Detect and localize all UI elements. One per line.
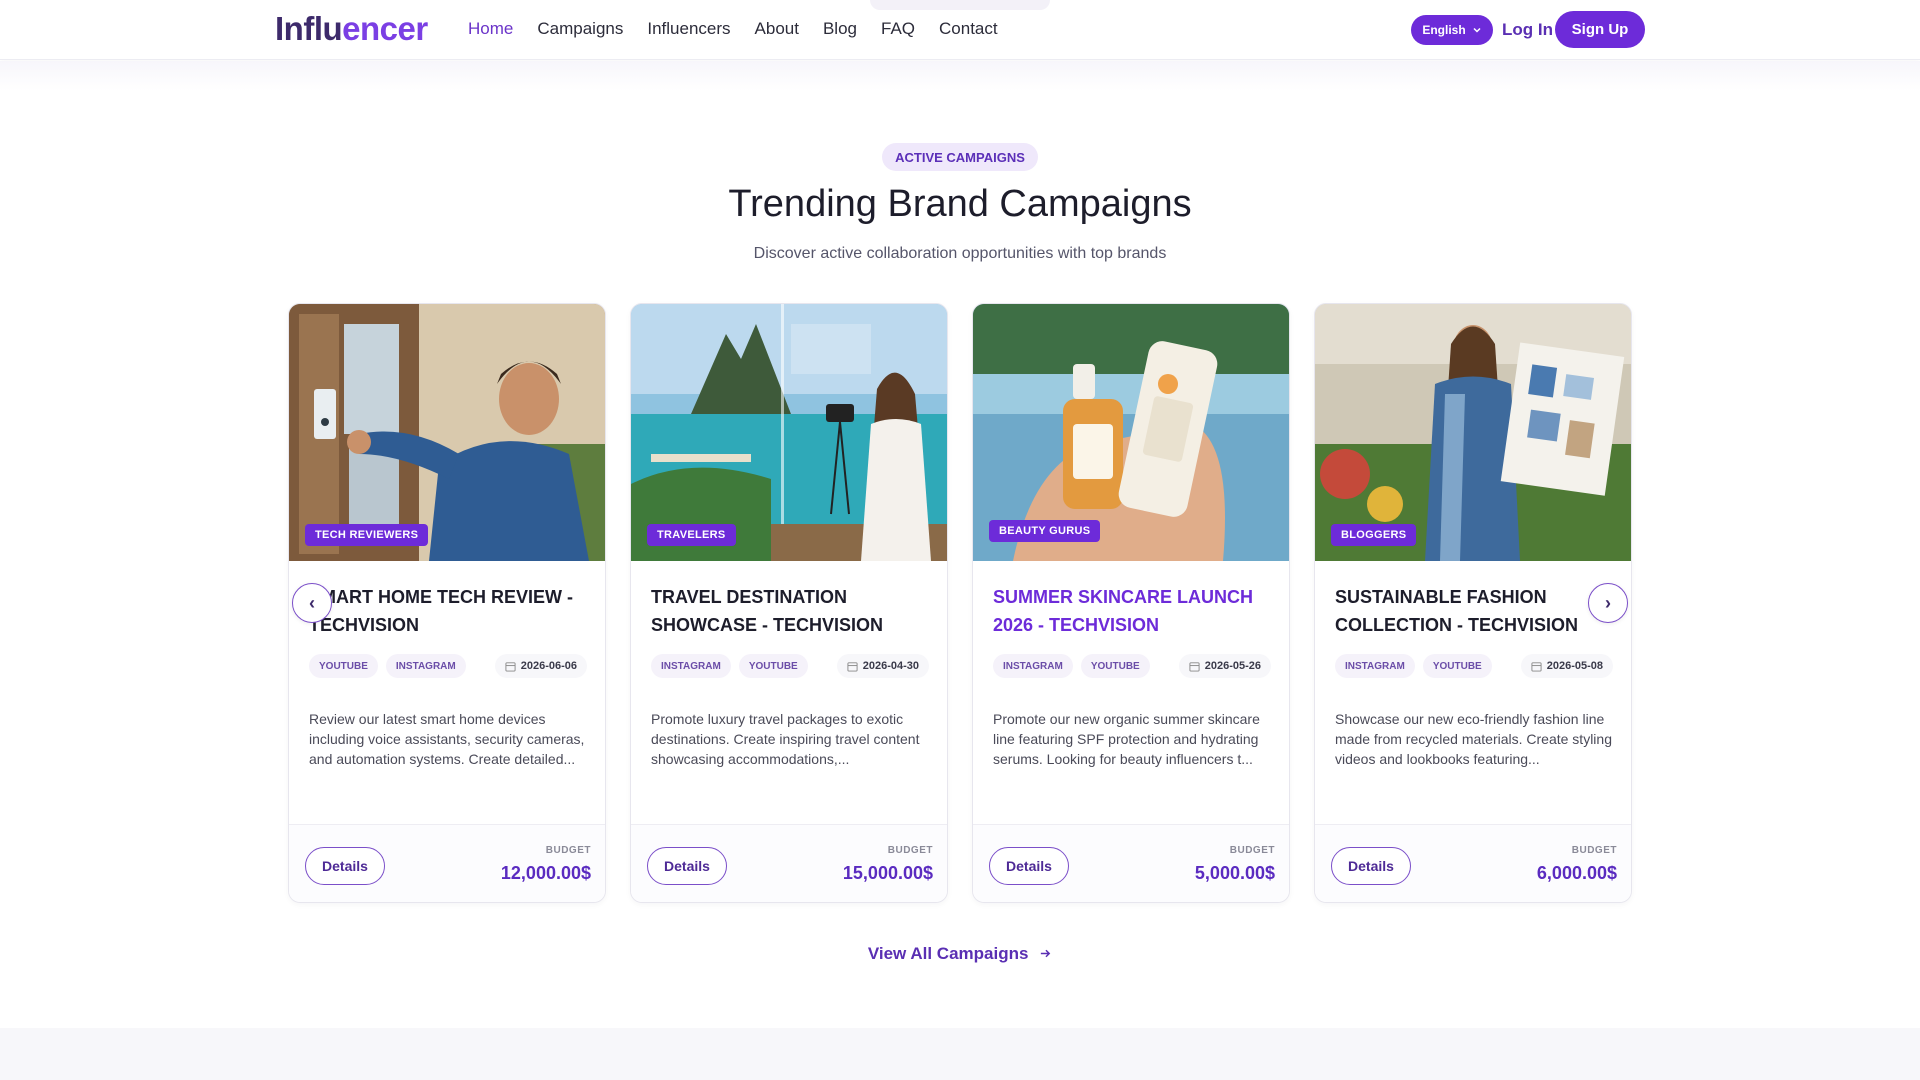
budget-value: 6,000.00$: [1536, 863, 1617, 883]
campaign-description: Promote our new organic summer skincare …: [993, 711, 1260, 767]
card-footer: Details BUDGET 15,000.00$: [631, 824, 947, 902]
nav-influencers[interactable]: Influencers: [647, 19, 730, 39]
campaign-description: Promote luxury travel packages to exotic…: [651, 711, 920, 767]
platform-tag: INSTAGRAM: [385, 654, 466, 678]
category-badge: BEAUTY GURUS: [989, 520, 1101, 542]
category-badge: TRAVELERS: [647, 524, 736, 546]
budget-value: 15,000.00$: [842, 863, 933, 883]
platform-tag: YOUTUBE: [1080, 654, 1150, 678]
platform-tags: INSTAGRAM YOUTUBE: [993, 654, 1150, 678]
budget-value: 5,000.00$: [1194, 863, 1275, 883]
platform-tags: YOUTUBE INSTAGRAM: [309, 654, 466, 678]
view-all-campaigns-link[interactable]: View All Campaigns: [0, 944, 1920, 964]
logo-text-primary: Influ: [275, 10, 343, 47]
card-footer: Details BUDGET 5,000.00$: [973, 824, 1289, 902]
budget-label: BUDGET: [887, 845, 933, 856]
budget-value: 12,000.00$: [500, 863, 591, 883]
platform-tag: INSTAGRAM: [993, 654, 1073, 678]
platform-tag: YOUTUBE: [1422, 654, 1492, 678]
platform-tags: INSTAGRAM YOUTUBE: [1335, 654, 1492, 678]
carousel-next-button[interactable]: ›: [1588, 583, 1628, 623]
details-button[interactable]: Details: [989, 847, 1069, 885]
section-badge: ACTIVE CAMPAIGNS: [882, 143, 1038, 171]
details-button[interactable]: Details: [1331, 847, 1411, 885]
section-title: Trending Brand Campaigns: [728, 183, 1192, 225]
campaign-image: [1315, 304, 1631, 561]
logo[interactable]: Influencer: [275, 10, 428, 48]
calendar-icon: [505, 661, 516, 672]
nav-campaigns[interactable]: Campaigns: [537, 19, 623, 39]
main-nav: Home Campaigns Influencers About Blog FA…: [468, 19, 998, 39]
section-top-fade: [0, 61, 1920, 91]
nav-about[interactable]: About: [755, 19, 799, 39]
view-all-label: View All Campaigns: [867, 944, 1029, 963]
campaign-date: 2026-06-06: [494, 654, 587, 678]
campaign-card[interactable]: TRAVELERS Travel Destination Showcase - …: [630, 303, 948, 903]
calendar-icon: [1531, 661, 1542, 672]
date-text: 2026-05-26: [1204, 660, 1261, 672]
campaign-date: 2026-05-26: [1178, 654, 1271, 678]
section-subtitle: Discover active collaboration opportunit…: [753, 245, 1167, 262]
category-badge: BLOGGERS: [1331, 524, 1417, 546]
campaign-title[interactable]: Travel Destination Showcase - TechVision: [651, 583, 936, 639]
site-header: Influencer Home Campaigns Influencers Ab…: [0, 0, 1920, 60]
campaign-title[interactable]: Smart Home Tech Review - TechVision: [309, 583, 594, 639]
nav-blog[interactable]: Blog: [823, 19, 857, 39]
platform-tag: INSTAGRAM: [651, 654, 731, 678]
arrow-right-icon: [1041, 949, 1051, 958]
logo-text-accent: encer: [342, 10, 428, 47]
campaign-image-travel: [631, 304, 947, 561]
nav-contact[interactable]: Contact: [939, 19, 998, 39]
campaign-title[interactable]: Summer Skincare Launch 2026 - TechVision: [993, 583, 1278, 639]
date-text: 2026-04-30: [862, 660, 919, 672]
campaign-card[interactable]: TECH REVIEWERS Smart Home Tech Review - …: [288, 303, 606, 903]
details-button[interactable]: Details: [305, 847, 385, 885]
language-select[interactable]: English: [1411, 15, 1493, 45]
platform-tag: INSTAGRAM: [1335, 654, 1415, 678]
details-button[interactable]: Details: [647, 847, 727, 885]
calendar-icon: [847, 661, 858, 672]
platform-tags: INSTAGRAM YOUTUBE: [651, 654, 808, 678]
next-section-background: [0, 1028, 1920, 1080]
card-footer: Details BUDGET 12,000.00$: [289, 824, 605, 902]
nav-faq[interactable]: FAQ: [881, 19, 915, 39]
category-badge: TECH REVIEWERS: [305, 524, 429, 546]
chevron-down-icon: [1473, 27, 1481, 33]
budget-label: BUDGET: [1229, 845, 1275, 856]
date-text: 2026-06-06: [520, 660, 577, 672]
campaign-image: [289, 304, 605, 561]
language-label: English: [1422, 23, 1466, 37]
campaign-image: [631, 304, 947, 561]
card-footer: Details BUDGET 6,000.00$: [1315, 824, 1631, 902]
chevron-right-icon: ›: [1605, 592, 1611, 613]
signup-button[interactable]: Sign Up: [1555, 11, 1645, 48]
budget-label: BUDGET: [545, 845, 591, 856]
carousel-prev-button[interactable]: ‹: [292, 583, 332, 623]
date-text: 2026-05-08: [1546, 660, 1603, 672]
platform-tag: YOUTUBE: [738, 654, 808, 678]
platform-tag: YOUTUBE: [309, 654, 378, 678]
campaign-date: 2026-04-30: [836, 654, 929, 678]
login-link[interactable]: Log In: [1502, 20, 1553, 40]
campaign-card[interactable]: BLOGGERS Sustainable Fashion Collection …: [1314, 303, 1632, 903]
budget-label: BUDGET: [1571, 845, 1617, 856]
campaign-description: Showcase our new eco-friendly fashion li…: [1335, 711, 1612, 767]
nav-home[interactable]: Home: [468, 19, 513, 39]
campaign-description: Review our latest smart home devices inc…: [309, 711, 585, 767]
campaign-date: 2026-05-08: [1520, 654, 1613, 678]
calendar-icon: [1189, 661, 1200, 672]
campaign-title[interactable]: Sustainable Fashion Collection - TechVis…: [1335, 583, 1620, 639]
campaign-card[interactable]: BEAUTY GURUS Summer Skincare Launch 2026…: [972, 303, 1290, 903]
campaign-image-smart-home: [289, 304, 605, 561]
campaign-image-fashion: [1315, 304, 1631, 561]
header-decoration: [870, 0, 1050, 10]
chevron-left-icon: ‹: [309, 592, 315, 613]
